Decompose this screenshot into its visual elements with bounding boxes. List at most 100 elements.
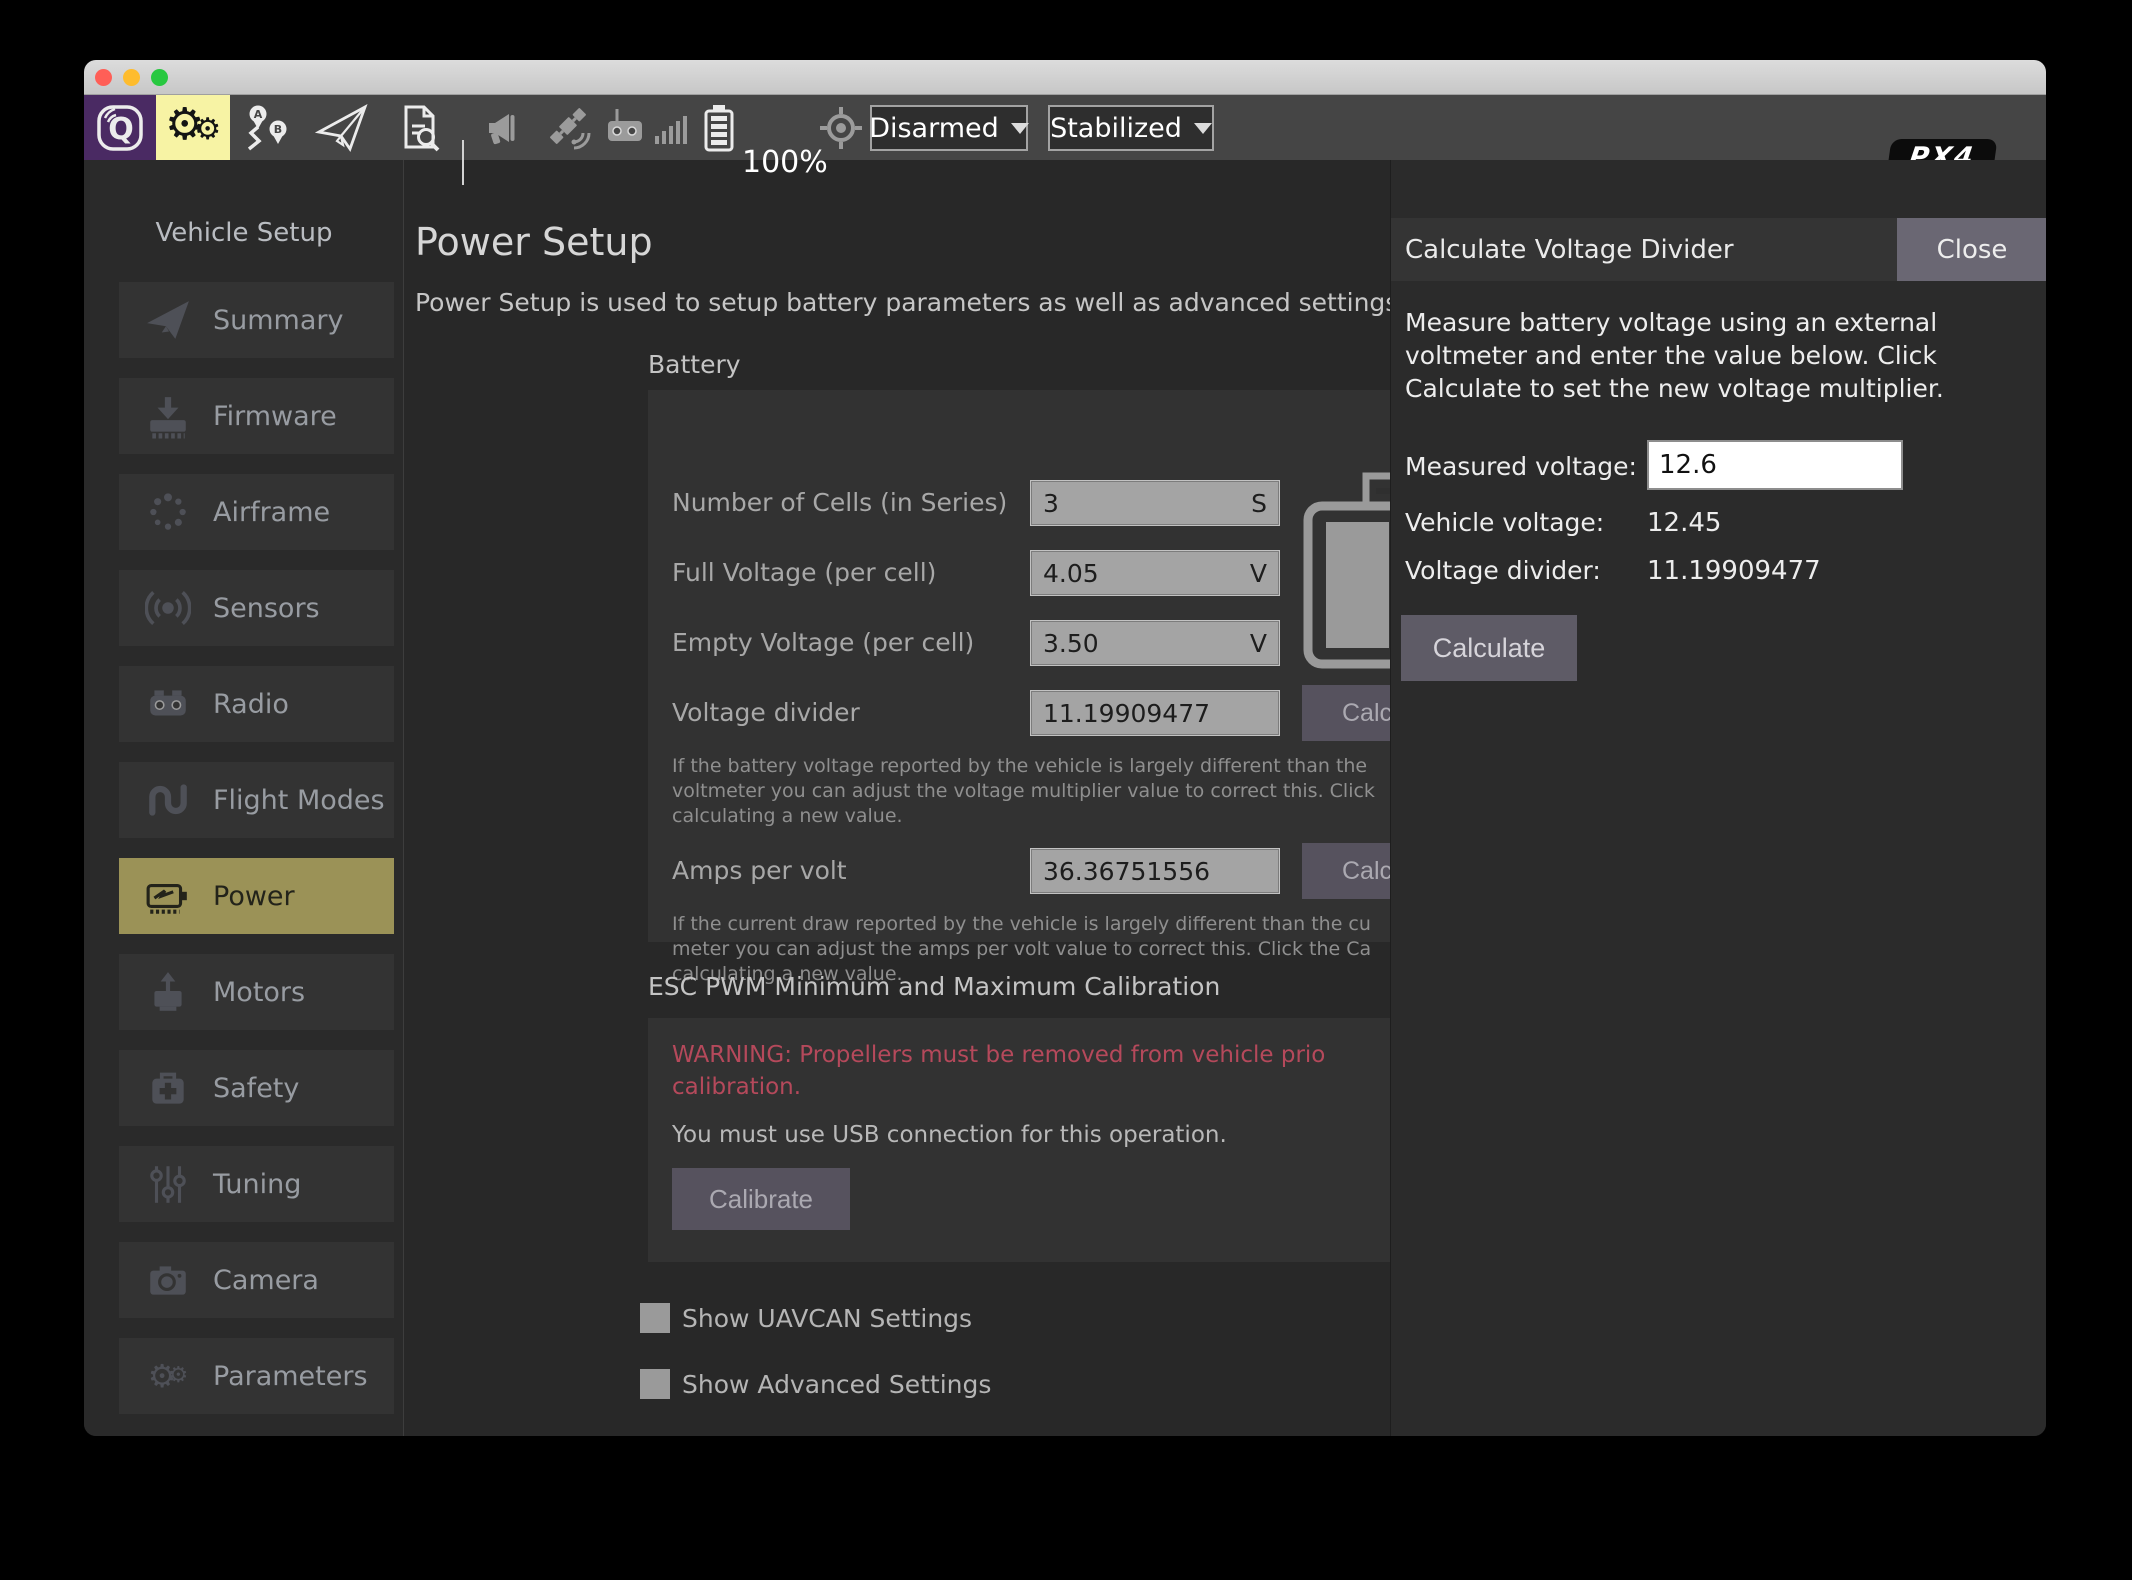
sidebar-item-motors[interactable]: Motors: [119, 954, 394, 1030]
esc-warning-line-1: WARNING: Propellers must be removed from…: [672, 1042, 1326, 1068]
chevron-down-icon: [1193, 122, 1212, 134]
cells-label: Number of Cells (in Series): [672, 488, 1008, 517]
esc-warning-line-2: calibration.: [672, 1074, 802, 1100]
battery-icon: [704, 104, 734, 151]
voltage-help-line-3: calculating a new value.: [672, 805, 903, 827]
sidebar-item-parameters[interactable]: ⚙ ⚙ Parameters: [119, 1338, 394, 1414]
sidebar-item-label: Safety: [213, 1072, 300, 1104]
measured-voltage-label: Measured voltage:: [1405, 452, 1637, 481]
sidebar-item-sensors[interactable]: Sensors: [119, 570, 394, 646]
airframe-dots-icon: [145, 489, 191, 535]
close-traffic-light[interactable]: [95, 69, 112, 86]
empty-voltage-field[interactable]: 3.50 V: [1030, 620, 1280, 666]
sidebar-item-label: Summary: [213, 304, 344, 336]
chevron-down-icon: [1010, 122, 1029, 134]
toolbar-divider: [462, 140, 464, 185]
voltage-divider-readout-value: 11.19909477: [1647, 556, 1821, 586]
vehicle-setup-tab[interactable]: ⚙⚙: [156, 95, 230, 160]
signal-bars-icon: [655, 115, 687, 144]
sidebar-title: Vehicle Setup: [155, 218, 333, 248]
megaphone-icon: [489, 113, 515, 144]
voltage-help-line-2: voltmeter you can adjust the voltage mul…: [672, 780, 1375, 802]
log-document-icon: [404, 105, 440, 151]
sidebar-item-safety[interactable]: Safety: [119, 1050, 394, 1126]
voltage-divider-value: 11.19909477: [1043, 698, 1211, 728]
satellite-icon: [550, 107, 591, 149]
full-voltage-label: Full Voltage (per cell): [672, 558, 937, 587]
sidebar-item-power[interactable]: Power: [119, 858, 394, 934]
battery-percentage: 100%: [742, 145, 828, 180]
minimize-traffic-light[interactable]: [123, 69, 140, 86]
flight-mode-label: Stabilized: [1050, 112, 1182, 144]
qgc-logo-button[interactable]: Q: [84, 95, 156, 160]
svg-text:B: B: [274, 123, 282, 136]
plan-tab[interactable]: A B: [230, 95, 304, 160]
full-voltage-field[interactable]: 4.05 V: [1030, 550, 1280, 596]
full-voltage-unit: V: [1249, 558, 1267, 588]
sidebar-item-label: Power: [213, 880, 295, 912]
firmware-download-icon: [145, 393, 191, 439]
amps-per-volt-value: 36.36751556: [1043, 856, 1211, 886]
sidebar-item-airframe[interactable]: Airframe: [119, 474, 394, 550]
overlay-description: Measure battery voltage using an externa…: [1405, 306, 1944, 405]
rc-rssi-indicator[interactable]: [600, 95, 650, 160]
show-uavcan-label: Show UAVCAN Settings: [682, 1304, 973, 1333]
cells-field[interactable]: 3 S: [1030, 480, 1280, 526]
cells-unit: S: [1251, 488, 1267, 518]
amps-help-line-1: If the current draw reported by the vehi…: [672, 913, 1371, 935]
sidebar-item-label: Radio: [213, 688, 289, 720]
qgc-logo-icon: Q: [97, 104, 143, 151]
sidebar-item-label: Tuning: [213, 1168, 302, 1200]
calculate-voltage-divider-panel: Calculate Voltage Divider Close Measure …: [1390, 160, 2046, 1436]
vehicle-messages-indicator[interactable]: [478, 95, 530, 160]
voltage-divider-field[interactable]: 11.19909477: [1030, 690, 1280, 736]
power-battery-icon: [145, 873, 191, 919]
gps-lock-indicator[interactable]: [816, 95, 866, 160]
sidebar-item-radio[interactable]: Radio: [119, 666, 394, 742]
fly-tab[interactable]: [304, 95, 380, 160]
overlay-desc-line-3: Calculate to set the new voltage multipl…: [1405, 374, 1944, 403]
gears-icon: ⚙⚙: [164, 99, 222, 150]
svg-text:A: A: [254, 108, 263, 121]
close-button[interactable]: Close: [1897, 218, 2046, 281]
cells-value: 3: [1043, 488, 1059, 518]
vehicle-voltage-value: 12.45: [1647, 508, 1722, 538]
sidebar-item-firmware[interactable]: Firmware: [119, 378, 394, 454]
sidebar-item-flight-modes[interactable]: Flight Modes: [119, 762, 394, 838]
sidebar-item-summary[interactable]: Summary: [119, 282, 394, 358]
sidebar-item-label: Sensors: [213, 592, 320, 624]
motor-icon: [145, 969, 191, 1015]
voltage-divider-label: Voltage divider: [672, 698, 860, 727]
flight-mode-dropdown[interactable]: Stabilized: [1048, 105, 1214, 151]
show-advanced-checkbox[interactable]: [640, 1369, 670, 1399]
sidebar-item-camera[interactable]: Camera: [119, 1242, 394, 1318]
overlay-desc-line-1: Measure battery voltage using an externa…: [1405, 308, 1938, 337]
screen: Q ⚙⚙ A B 100% Disarmed Stabilized PX4 Ve…: [0, 0, 2132, 1580]
voltage-divider-readout-label: Voltage divider:: [1405, 556, 1601, 585]
paper-plane-icon: [145, 297, 191, 343]
sidebar-item-tuning[interactable]: Tuning: [119, 1146, 394, 1222]
sidebar-item-label: Camera: [213, 1264, 319, 1296]
empty-voltage-unit: V: [1249, 628, 1267, 658]
calibrate-button[interactable]: Calibrate: [672, 1168, 850, 1230]
overlay-header: Calculate Voltage Divider Close: [1391, 218, 2046, 281]
macos-titlebar: [84, 60, 2046, 95]
measured-voltage-input[interactable]: [1647, 440, 1903, 490]
gps-crosshair-icon: [820, 106, 862, 149]
amps-per-volt-field[interactable]: 36.36751556: [1030, 848, 1280, 894]
calculate-button[interactable]: Calculate: [1401, 615, 1577, 681]
sidebar-item-label: Flight Modes: [213, 784, 385, 816]
parameters-gears-icon: ⚙ ⚙: [147, 1357, 189, 1395]
show-uavcan-checkbox[interactable]: [640, 1303, 670, 1333]
full-voltage-value: 4.05: [1043, 558, 1099, 588]
battery-status-indicator[interactable]: [700, 95, 738, 160]
vehicle-setup-sidebar: Vehicle Setup Summary Firmware Airframe …: [84, 160, 404, 1436]
tuning-sliders-icon: [145, 1161, 191, 1207]
esc-section-title: ESC PWM Minimum and Maximum Calibration: [648, 972, 1221, 1001]
analyze-tab[interactable]: [380, 95, 458, 160]
zoom-traffic-light[interactable]: [151, 69, 168, 86]
gps-status-indicator[interactable]: [542, 95, 594, 160]
show-advanced-label: Show Advanced Settings: [682, 1370, 992, 1399]
sidebar-item-label: Firmware: [213, 400, 337, 432]
armed-state-dropdown[interactable]: Disarmed: [869, 105, 1029, 151]
